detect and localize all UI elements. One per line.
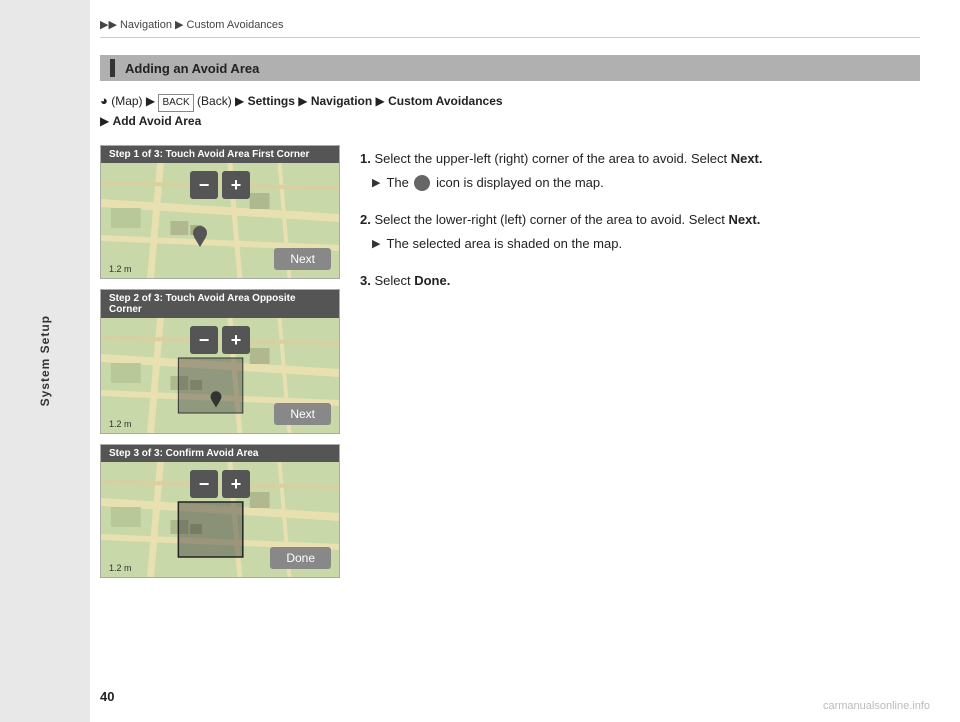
- map-scale-1: 1.2 m: [109, 264, 132, 274]
- step-2-num: 2.: [360, 212, 371, 227]
- map-box-3: Step 3 of 3: Confirm Avoid Area: [100, 444, 340, 578]
- step-2-bold: Next.: [729, 212, 761, 227]
- step-3-text: 3. Select Done.: [360, 271, 920, 291]
- step-2-arrow-icon: ▶: [372, 236, 380, 253]
- breadcrumb-text: ▶▶ Navigation ▶ Custom Avoidances: [100, 19, 284, 31]
- step-2-text: 2. Select the lower-right (left) corner …: [360, 210, 920, 230]
- map-pin-2: [209, 390, 223, 411]
- map-done-btn[interactable]: Done: [270, 547, 331, 569]
- section-title: Adding an Avoid Area: [125, 61, 259, 76]
- map-header-1: Step 1 of 3: Touch Avoid Area First Corn…: [101, 146, 339, 163]
- nav-back-icon: BACK: [158, 94, 193, 112]
- step-3: 3. Select Done.: [360, 271, 920, 291]
- step-2: 2. Select the lower-right (left) corner …: [360, 210, 920, 253]
- instructions-column: 1. Select the upper-left (right) corner …: [360, 145, 920, 309]
- map-next-btn-2[interactable]: Next: [274, 403, 331, 425]
- map-header-2: Step 2 of 3: Touch Avoid Area Opposite C…: [101, 290, 339, 318]
- breadcrumb: ▶▶ Navigation ▶ Custom Avoidances: [100, 18, 920, 38]
- step-1-arrow-icon: ▶: [372, 175, 380, 192]
- sidebar-label: System Setup: [38, 315, 52, 406]
- map-next-btn-1[interactable]: Next: [274, 248, 331, 270]
- maps-column: Step 1 of 3: Touch Avoid Area First Corn…: [100, 145, 340, 578]
- map-controls-1: − +: [190, 171, 250, 199]
- sidebar: System Setup: [0, 0, 90, 722]
- nav-icon: ◕: [100, 93, 108, 108]
- zoom-out-btn-3[interactable]: −: [190, 470, 218, 498]
- step-1-sub: ▶ The icon is displayed on the map.: [360, 173, 920, 193]
- zoom-in-btn-1[interactable]: +: [222, 171, 250, 199]
- nav-map: (Map) ▶: [111, 94, 158, 108]
- content-layout: Step 1 of 3: Touch Avoid Area First Corn…: [100, 145, 920, 578]
- nav-back: (Back) ▶: [197, 94, 248, 108]
- nav-add-avoid: Add Avoid Area: [113, 114, 202, 128]
- nav-custom-avoidances: Custom Avoidances: [388, 94, 502, 108]
- map-controls-3: − +: [190, 470, 250, 498]
- map-pin-1: [191, 225, 209, 250]
- step-3-bold: Done.: [414, 273, 450, 288]
- map-header-3: Step 3 of 3: Confirm Avoid Area: [101, 445, 339, 462]
- step-1-sub-text: The icon is displayed on the map.: [386, 173, 603, 193]
- step-2-sub-text: The selected area is shaded on the map.: [386, 234, 622, 254]
- map-scale-3: 1.2 m: [109, 563, 132, 573]
- zoom-out-btn-2[interactable]: −: [190, 326, 218, 354]
- section-bar-icon: [110, 59, 115, 77]
- map-box-1: Step 1 of 3: Touch Avoid Area First Corn…: [100, 145, 340, 279]
- nav-settings: Settings: [248, 94, 295, 108]
- map-scale-2: 1.2 m: [109, 419, 132, 429]
- page-number: 40: [100, 689, 114, 704]
- watermark: carmanualsonline.info: [823, 700, 930, 712]
- nav-navigation: Navigation: [311, 94, 372, 108]
- main-content: Adding an Avoid Area ◕ (Map) ▶ BACK (Bac…: [100, 55, 920, 692]
- step-1: 1. Select the upper-left (right) corner …: [360, 149, 920, 192]
- nav-arr1: ▶: [298, 94, 311, 108]
- zoom-in-btn-2[interactable]: +: [222, 326, 250, 354]
- zoom-in-btn-3[interactable]: +: [222, 470, 250, 498]
- map-box-2: Step 2 of 3: Touch Avoid Area Opposite C…: [100, 289, 340, 434]
- step-3-num: 3.: [360, 273, 371, 288]
- map-controls-2: − +: [190, 326, 250, 354]
- step-1-bold: Next.: [731, 151, 763, 166]
- nav-arr3: ▶: [100, 114, 113, 128]
- step-2-sub: ▶ The selected area is shaded on the map…: [360, 234, 920, 254]
- step-1-text: 1. Select the upper-left (right) corner …: [360, 149, 920, 169]
- zoom-out-btn-1[interactable]: −: [190, 171, 218, 199]
- step-1-num: 1.: [360, 151, 371, 166]
- section-header: Adding an Avoid Area: [100, 55, 920, 81]
- nav-path: ◕ (Map) ▶ BACK (Back) ▶ Settings ▶ Navig…: [100, 91, 920, 131]
- nav-arr2: ▶: [376, 94, 389, 108]
- map-pin-inline-icon: [414, 175, 430, 191]
